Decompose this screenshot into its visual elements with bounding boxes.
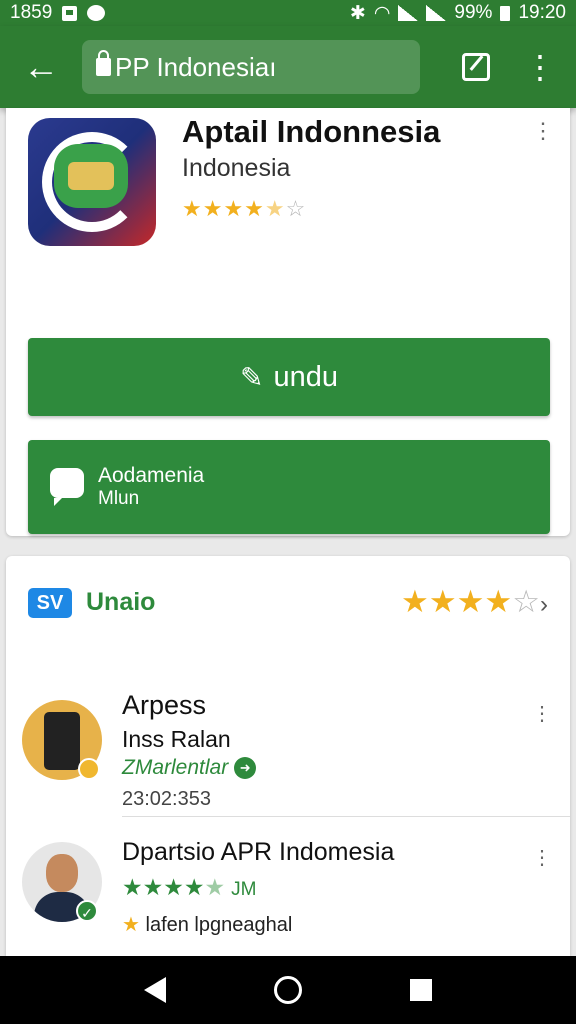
nav-back-icon[interactable] xyxy=(144,977,166,1003)
chat-bubble-icon xyxy=(50,468,84,506)
vibrate-icon: ✱ xyxy=(349,2,366,24)
browser-toolbar: ← PP Indonesiaı ⋮ xyxy=(0,26,576,108)
item-tag: ZMarlentlar ➜ xyxy=(122,756,257,780)
signal-icon-2 xyxy=(426,5,447,21)
rating-star-half: ★ xyxy=(264,196,286,221)
item-title: Dpartsio APR Indomesia xyxy=(122,838,395,866)
wifi-icon: ◠ xyxy=(373,2,391,24)
divider xyxy=(122,816,570,817)
section-star-empty: ☆ xyxy=(512,584,540,619)
verified-badge-icon: ✓ xyxy=(76,900,98,922)
section-title[interactable]: Unaio xyxy=(86,588,155,617)
battery-icon xyxy=(500,5,511,21)
notification-icon xyxy=(62,5,78,21)
url-bar[interactable]: PP Indonesiaı xyxy=(82,40,420,94)
app-title: Aptail Indonnesia xyxy=(182,114,441,149)
pencil-icon: ✎ xyxy=(240,361,264,393)
battery-percent: 99% xyxy=(454,2,493,23)
status-time-left: 1859 xyxy=(10,2,53,23)
nav-recents-icon[interactable] xyxy=(410,979,432,1001)
signal-icon xyxy=(398,5,419,21)
navigation-bar xyxy=(0,956,576,1024)
rating-stars-filled: ★★★★ xyxy=(182,196,265,221)
app-detail-card: Aptail Indonnesia Indonesia ★★★★★☆ ⋮ ✎ u… xyxy=(6,108,570,536)
more-vertical-icon[interactable]: ⋮ xyxy=(520,51,560,83)
item-rating: ★★★★★ JM xyxy=(122,874,256,901)
verified-icon: ➜ xyxy=(234,757,257,780)
install-button-label: undu xyxy=(273,360,338,393)
item-subtitle: Inss Ralan xyxy=(122,726,231,752)
item-footer: ★ lafen lpgneaghal xyxy=(122,912,292,937)
url-text: PP Indonesiaı xyxy=(115,51,277,82)
item-more-icon[interactable]: ⋮ xyxy=(532,848,552,868)
item-tag-text: ZMarlentlar xyxy=(122,756,229,779)
app-logo-icon xyxy=(28,118,156,246)
chat-button[interactable]: Aodamenia Mlun xyxy=(28,440,550,534)
status-bar: 1859 ✱ ◠ 99% 19:20 xyxy=(0,0,576,26)
chevron-right-icon: › xyxy=(540,591,548,618)
item-stars-filled: ★★★★ xyxy=(122,874,205,900)
tab-switch-icon[interactable] xyxy=(462,53,490,81)
app-more-icon[interactable]: ⋮ xyxy=(532,120,554,142)
lock-icon xyxy=(96,50,111,76)
section-badge-icon: SV xyxy=(28,588,72,618)
item-rating-count: JM xyxy=(231,879,257,900)
badge-icon xyxy=(78,758,100,780)
chat-button-line2: Mlun xyxy=(98,488,140,509)
app-subtitle: Indonesia xyxy=(182,154,291,182)
back-arrow-icon[interactable]: ← xyxy=(0,26,82,108)
message-icon xyxy=(87,5,106,21)
item-time: 23:02:353 xyxy=(122,788,211,810)
star-icon: ★ xyxy=(122,914,140,936)
nav-home-icon[interactable] xyxy=(274,976,302,1004)
item-more-icon[interactable]: ⋮ xyxy=(532,704,552,724)
item-title: Arpess xyxy=(122,690,207,720)
rating-star-empty: ☆ xyxy=(285,196,307,221)
reviews-card: SV Unaio ★★★★☆› Arpess Inss Ralan ZMarle… xyxy=(6,556,570,956)
item-footer-text: lafen lpgneaghal xyxy=(145,914,293,936)
app-rating: ★★★★★☆ xyxy=(182,196,306,222)
section-rating[interactable]: ★★★★☆› xyxy=(401,584,548,620)
install-button[interactable]: ✎ undu xyxy=(28,338,550,416)
chat-button-line1: Aodamenia xyxy=(98,464,205,487)
section-stars-filled: ★★★★ xyxy=(401,584,513,619)
status-time-right: 19:20 xyxy=(518,2,566,23)
item-star-half: ★ xyxy=(204,874,226,900)
